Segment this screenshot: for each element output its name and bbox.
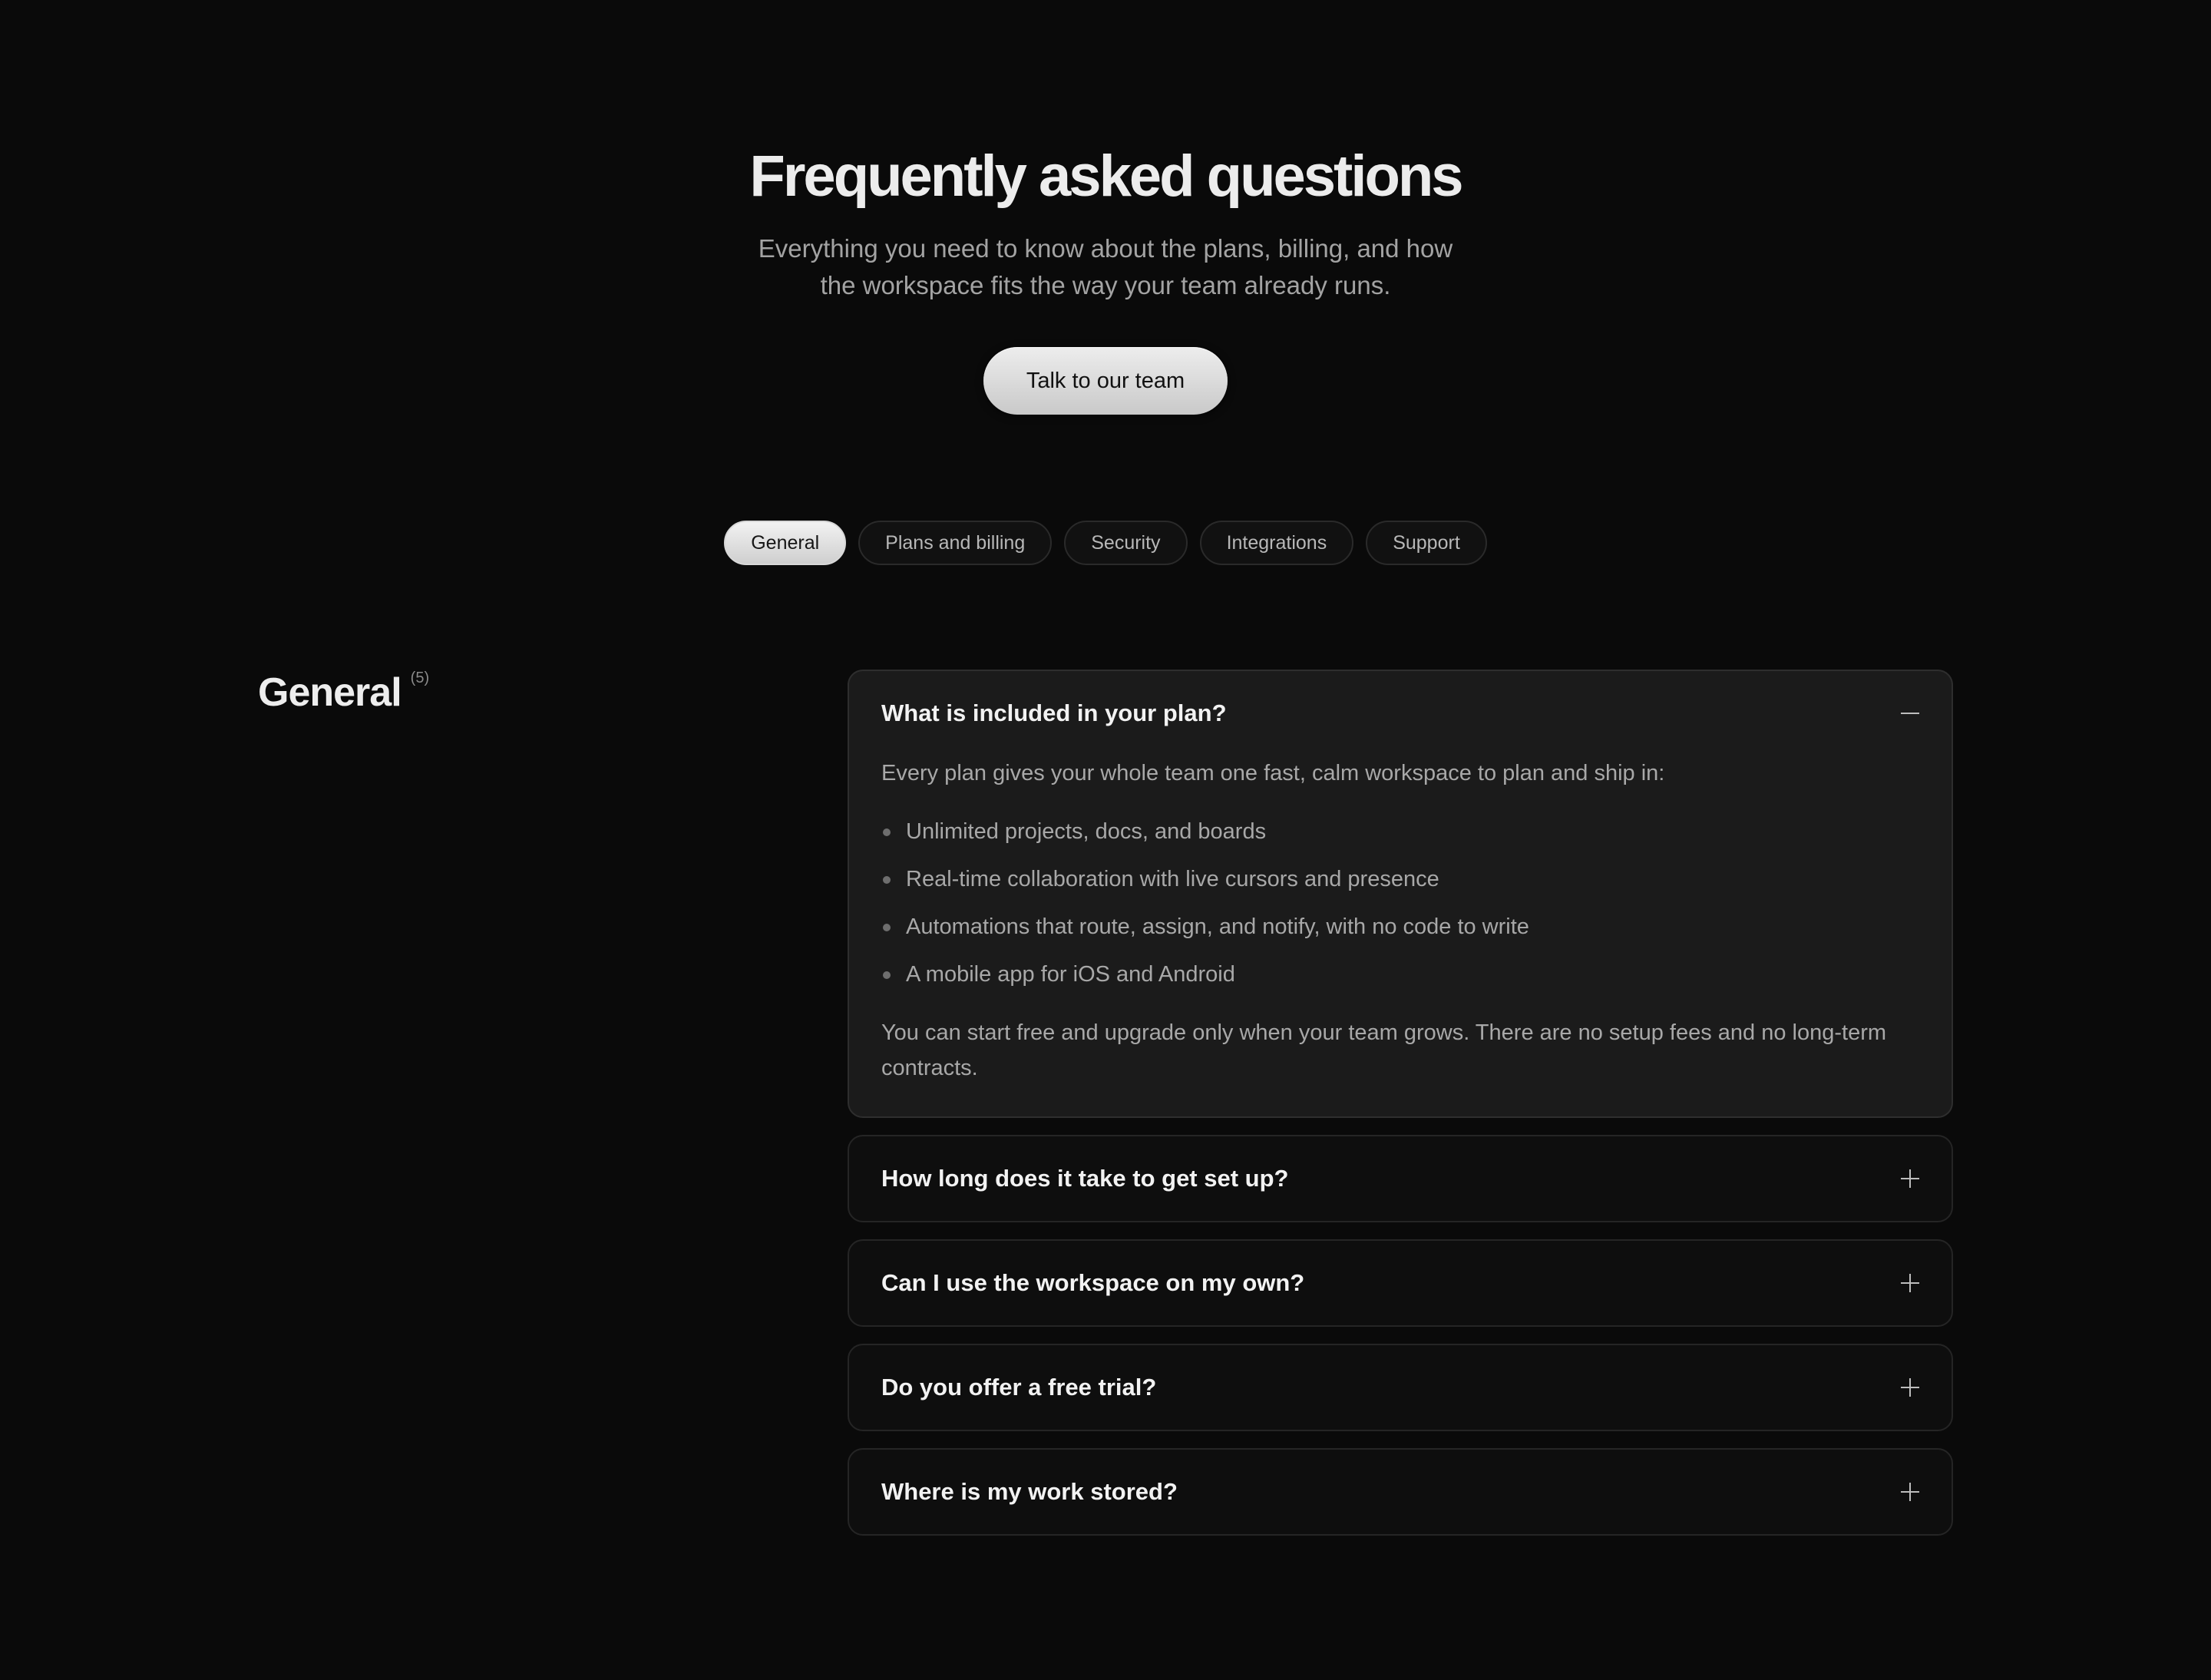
section-heading: General (5) xyxy=(258,668,429,717)
faq-item[interactable]: Do you offer a free trial? xyxy=(848,1344,1953,1431)
faq-answer: Every plan gives your whole team one fas… xyxy=(849,756,1952,1116)
tab-security[interactable]: Security xyxy=(1064,521,1188,565)
faq-toggle[interactable]: Do you offer a free trial? xyxy=(849,1345,1952,1430)
tab-integrations[interactable]: Integrations xyxy=(1199,521,1354,565)
plus-icon[interactable] xyxy=(1901,1274,1919,1292)
page-subtitle: Everything you need to know about the pl… xyxy=(758,234,1453,299)
minus-icon[interactable] xyxy=(1901,704,1919,723)
hero: Frequently asked questions Everything yo… xyxy=(0,138,2211,415)
tab-plans-and-billing[interactable]: Plans and billing xyxy=(858,521,1053,565)
faq-toggle[interactable]: Where is my work stored? xyxy=(849,1450,1952,1534)
faq-item[interactable]: How long does it take to get set up? xyxy=(848,1135,1953,1222)
answer-list: Unlimited projects, docs, and boards Rea… xyxy=(881,814,1919,992)
tab-support[interactable]: Support xyxy=(1366,521,1487,565)
faq-question: Where is my work stored? xyxy=(881,1478,1178,1505)
faq-question: Can I use the workspace on my own? xyxy=(881,1269,1305,1296)
section-title: General xyxy=(258,670,402,715)
list-item: Automations that route, assign, and noti… xyxy=(881,909,1919,944)
page-title: Frequently asked questions xyxy=(749,144,1463,209)
faq-item[interactable]: Can I use the workspace on my own? xyxy=(848,1239,1953,1327)
list-item: A mobile app for iOS and Android xyxy=(881,957,1919,992)
faq-question: What is included in your plan? xyxy=(881,699,1227,726)
faq-question: How long does it take to get set up? xyxy=(881,1165,1289,1192)
faq-list: What is included in your plan? Every pla… xyxy=(848,670,1953,1553)
faq-toggle[interactable]: Can I use the workspace on my own? xyxy=(849,1241,1952,1325)
plus-icon[interactable] xyxy=(1901,1483,1919,1501)
list-item: Unlimited projects, docs, and boards xyxy=(881,814,1919,849)
talk-to-team-button[interactable]: Talk to our team xyxy=(983,347,1228,415)
tab-general[interactable]: General xyxy=(724,521,847,565)
answer-outro: You can start free and upgrade only when… xyxy=(881,1020,1887,1080)
plus-icon[interactable] xyxy=(1901,1378,1919,1397)
faq-question: Do you offer a free trial? xyxy=(881,1374,1157,1401)
section-count: (5) xyxy=(410,670,430,686)
category-tabs: General Plans and billing Security Integ… xyxy=(0,521,2211,565)
faq-item-open: What is included in your plan? Every pla… xyxy=(848,670,1953,1118)
faq-item[interactable]: Where is my work stored? xyxy=(848,1448,1953,1536)
plus-icon[interactable] xyxy=(1901,1169,1919,1188)
list-item: Real-time collaboration with live cursor… xyxy=(881,861,1919,897)
faq-toggle[interactable]: What is included in your plan? xyxy=(849,671,1952,756)
answer-intro: Every plan gives your whole team one fas… xyxy=(881,761,1665,785)
faq-toggle[interactable]: How long does it take to get set up? xyxy=(849,1136,1952,1221)
